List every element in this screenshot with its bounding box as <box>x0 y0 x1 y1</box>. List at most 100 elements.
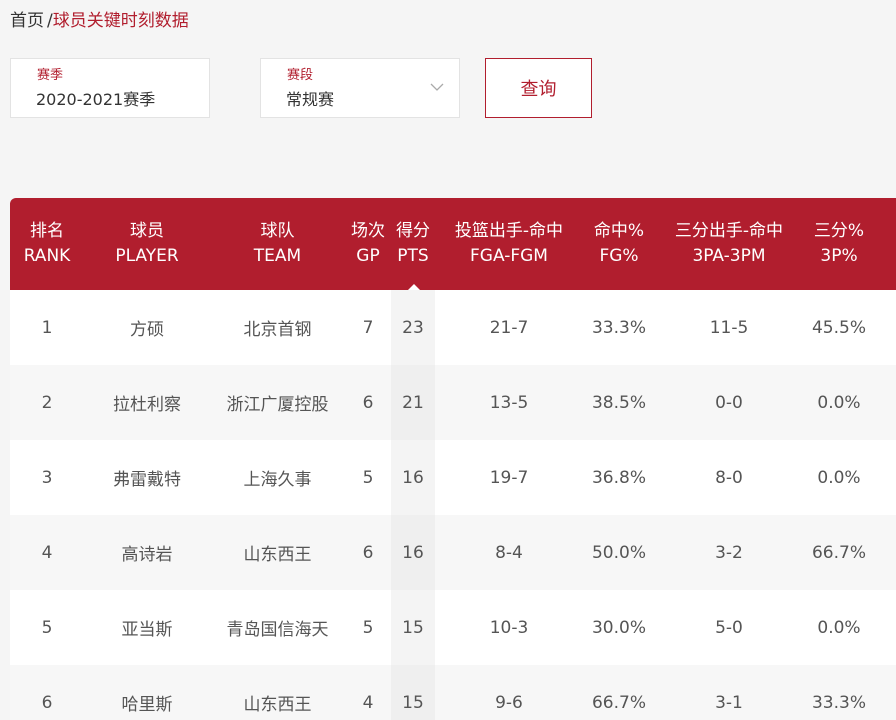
cell-3pa-3pm: 0-0 <box>715 392 743 413</box>
cell-fga-fgm: 21-7 <box>489 317 529 338</box>
column-header-cn: 场次 <box>351 221 385 241</box>
season-select[interactable]: 赛季 2020-2021赛季 <box>10 58 210 118</box>
cell-gp: 6 <box>362 542 374 563</box>
season-select-value: 2020-2021赛季 <box>36 90 156 109</box>
chevron-down-icon <box>430 83 444 91</box>
cell-fga-fgm: 19-7 <box>489 467 529 488</box>
breadcrumb-current: 球员关键时刻数据 <box>52 11 189 31</box>
season-select-label: 赛季 <box>37 68 64 83</box>
cell-3pa-3pm: 3-1 <box>715 692 743 713</box>
column-header-en: FGA-FGM <box>470 246 548 266</box>
query-button[interactable]: 查询 <box>485 58 592 118</box>
column-header-pts[interactable]: 得分 PTS <box>391 198 435 290</box>
cell-fg-pct: 30.0% <box>591 617 646 638</box>
cell-pts: 15 <box>402 617 424 638</box>
column-header-en: 3P% <box>820 246 858 266</box>
column-header-player[interactable]: 球员 PLAYER <box>84 198 210 290</box>
cell-player[interactable]: 方硕 <box>84 290 210 365</box>
cell-3pa-3pm: 11-5 <box>709 317 749 338</box>
cell-3pa-3pm: 8-0 <box>715 467 743 488</box>
cell-fg-pct: 36.8% <box>591 467 646 488</box>
cell-rank: 3 <box>41 467 53 488</box>
cell-fg-pct: 33.3% <box>591 317 646 338</box>
cell-gp: 5 <box>362 467 374 488</box>
cell-rank: 4 <box>41 542 53 563</box>
cell-fga-fgm: 13-5 <box>489 392 529 413</box>
cell-3pa-3pm: 3-2 <box>715 542 743 563</box>
cell-3p-pct: 0.0% <box>817 467 861 488</box>
cell-rank: 6 <box>41 692 53 713</box>
column-header-rank[interactable]: 排名 RANK <box>10 198 84 290</box>
breadcrumb: 首页/球员关键时刻数据 <box>10 9 189 33</box>
cell-team[interactable]: 北京首钢 <box>210 290 345 365</box>
cell-team[interactable]: 浙江广厦控股 <box>210 365 345 440</box>
column-header-team[interactable]: 球队 TEAM <box>210 198 345 290</box>
cell-3p-pct: 0.0% <box>817 617 861 638</box>
column-header-cn: 命中% <box>593 221 645 241</box>
table-row[interactable]: 3 弗雷戴特 上海久事 5 16 19-7 36.8% 8-0 0.0% <box>10 440 896 515</box>
stage-select[interactable]: 赛段 常规赛 <box>260 58 460 118</box>
column-header-en: 3PA-3PM <box>692 246 766 266</box>
column-header-en: RANK <box>23 246 71 266</box>
cell-3p-pct: 0.0% <box>817 392 861 413</box>
cell-rank: 5 <box>41 617 53 638</box>
column-header-3p-pct[interactable]: 三分% 3P% <box>803 198 875 290</box>
stage-select-label: 赛段 <box>287 68 314 83</box>
cell-team[interactable]: 山东西王 <box>210 665 345 720</box>
column-header-cn: 三分出手-命中 <box>674 221 784 241</box>
cell-team[interactable]: 山东西王 <box>210 515 345 590</box>
cell-gp: 6 <box>362 392 374 413</box>
cell-rank: 1 <box>41 317 53 338</box>
cell-fga-fgm: 9-6 <box>495 692 523 713</box>
cell-player[interactable]: 弗雷戴特 <box>84 440 210 515</box>
cell-3p-pct: 33.3% <box>811 692 866 713</box>
column-header-cn: 排名 <box>30 221 64 241</box>
cell-gp: 5 <box>362 617 374 638</box>
cell-3p-pct: 45.5% <box>811 317 866 338</box>
cell-team[interactable]: 上海久事 <box>210 440 345 515</box>
column-header-cn: 投篮出手-命中 <box>454 221 564 241</box>
cell-player[interactable]: 高诗岩 <box>84 515 210 590</box>
cell-gp: 7 <box>362 317 374 338</box>
column-header-ft[interactable]: 罚 <box>887 198 896 290</box>
table-row[interactable]: 4 高诗岩 山东西王 6 16 8-4 50.0% 3-2 66.7% <box>10 515 896 590</box>
column-header-cn: 球队 <box>260 221 295 241</box>
stage-select-value: 常规赛 <box>286 90 335 109</box>
table-row[interactable]: 6 哈里斯 山东西王 4 15 9-6 66.7% 3-1 33.3% <box>10 665 896 720</box>
column-header-en: FG% <box>599 246 639 266</box>
cell-fga-fgm: 8-4 <box>495 542 523 563</box>
cell-pts: 16 <box>402 467 424 488</box>
table-row[interactable]: 2 拉杜利察 浙江广厦控股 6 21 13-5 38.5% 0-0 0.0% <box>10 365 896 440</box>
table-row[interactable]: 1 方硕 北京首钢 7 23 21-7 33.3% 11-5 45.5% <box>10 290 896 365</box>
cell-3pa-3pm: 5-0 <box>715 617 743 638</box>
cell-team[interactable]: 青岛国信海天 <box>210 590 345 665</box>
cell-rank: 2 <box>41 392 53 413</box>
cell-pts: 16 <box>402 542 424 563</box>
cell-player[interactable]: 拉杜利察 <box>84 365 210 440</box>
cell-fg-pct: 66.7% <box>591 692 646 713</box>
cell-pts: 23 <box>402 317 424 338</box>
column-header-fga-fgm[interactable]: 投篮出手-命中 FGA-FGM <box>435 198 583 290</box>
cell-player[interactable]: 亚当斯 <box>84 590 210 665</box>
cell-pts: 15 <box>402 692 424 713</box>
cell-player[interactable]: 哈里斯 <box>84 665 210 720</box>
column-header-en: GP <box>356 246 380 266</box>
column-header-en: PTS <box>397 246 429 266</box>
breadcrumb-home-link[interactable]: 首页 <box>10 11 44 31</box>
column-header-fg-pct[interactable]: 命中% FG% <box>583 198 655 290</box>
cell-fg-pct: 50.0% <box>591 542 646 563</box>
table-body: 1 方硕 北京首钢 7 23 21-7 33.3% 11-5 45.5% 2 拉… <box>10 290 896 720</box>
cell-pts: 21 <box>402 392 424 413</box>
column-header-cn: 球员 <box>130 221 164 241</box>
table-header: 排名 RANK 球员 PLAYER 球队 TEAM 场次 GP 得分 PTS 投… <box>10 198 896 290</box>
cell-gp: 4 <box>362 692 374 713</box>
stats-table: 排名 RANK 球员 PLAYER 球队 TEAM 场次 GP 得分 PTS 投… <box>10 198 896 720</box>
table-row[interactable]: 5 亚当斯 青岛国信海天 5 15 10-3 30.0% 5-0 0.0% <box>10 590 896 665</box>
cell-3p-pct: 66.7% <box>811 542 866 563</box>
column-header-3pa-3pm[interactable]: 三分出手-命中 3PA-3PM <box>655 198 803 290</box>
column-header-gp[interactable]: 场次 GP <box>345 198 391 290</box>
column-header-en: TEAM <box>253 246 302 266</box>
cell-fga-fgm: 10-3 <box>489 617 529 638</box>
column-header-en: PLAYER <box>115 246 179 266</box>
cell-fg-pct: 38.5% <box>591 392 646 413</box>
